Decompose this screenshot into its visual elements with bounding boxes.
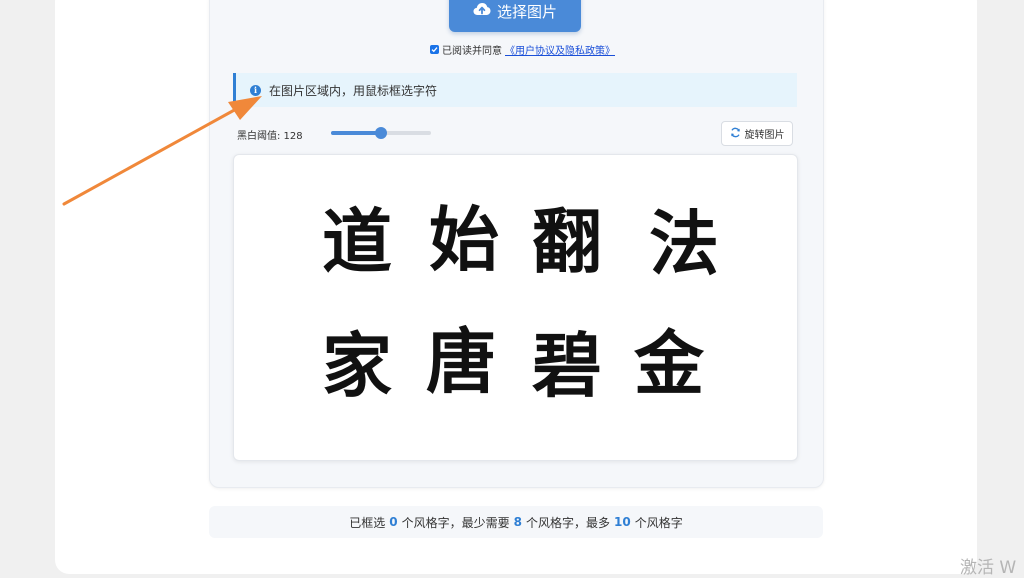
arrow-shaft bbox=[62, 106, 240, 206]
annotation-arrow bbox=[62, 96, 262, 206]
activation-watermark: 激活 W bbox=[960, 558, 1017, 578]
arrow-head bbox=[228, 96, 262, 120]
